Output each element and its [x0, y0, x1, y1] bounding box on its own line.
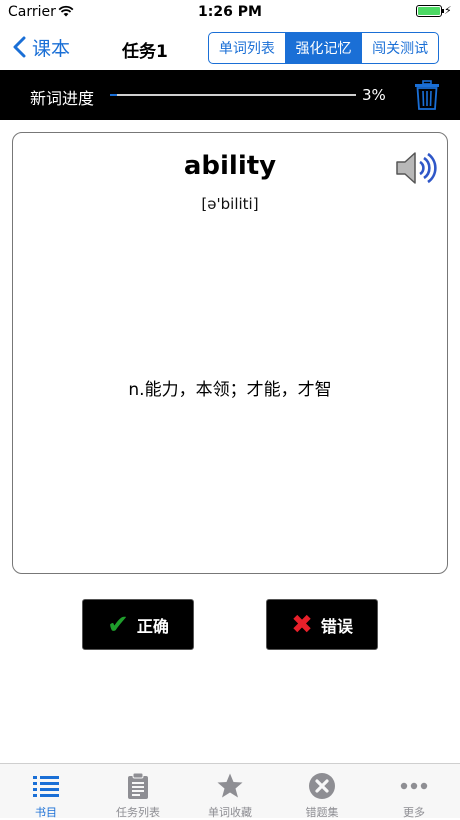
word-text: ability [183, 151, 277, 181]
back-button[interactable]: 课本 [12, 34, 70, 60]
phonetic-text: [ə'biliti] [201, 195, 259, 213]
tab-bar: 书目 任务列表 单词收藏 错题集 更多 [0, 763, 460, 819]
progress-percent: 3% [362, 86, 386, 104]
segment-word-list[interactable]: 单词列表 [209, 33, 286, 63]
segment-level-test[interactable]: 闯关测试 [362, 33, 438, 63]
wrong-button[interactable]: ✖ 错误 [266, 599, 378, 650]
progress-label: 新词进度 [30, 89, 95, 108]
tab-books[interactable]: 书目 [0, 764, 92, 819]
page-title: 任务1 [122, 42, 168, 62]
progress-fill [110, 94, 118, 96]
list-icon [33, 776, 59, 797]
tab-word-favorites[interactable]: 单词收藏 [184, 764, 276, 819]
tab-task-list[interactable]: 任务列表 [92, 764, 184, 819]
checkmark-icon: ✔ [107, 609, 129, 640]
mode-segmented-control: 单词列表 强化记忆 闯关测试 [208, 32, 439, 64]
tab-wrong-questions[interactable]: 错题集 [276, 764, 368, 819]
speaker-icon[interactable] [395, 150, 439, 186]
star-icon [217, 773, 243, 798]
progress-slider[interactable] [110, 94, 356, 96]
chevron-left-icon [13, 36, 26, 58]
more-dots-icon [400, 782, 428, 790]
x-circle-icon [309, 773, 335, 799]
correct-button-label: 正确 [136, 616, 169, 636]
clipboard-icon [128, 772, 148, 799]
wrong-button-label: 错误 [320, 616, 353, 636]
segment-intensive-memory[interactable]: 强化记忆 [285, 33, 363, 63]
word-card: ability [ə'biliti] n.能力，本领；才能，才智 [12, 132, 448, 574]
progress-band: 新词进度 3% [0, 70, 460, 120]
status-time: 1:26 PM [198, 4, 262, 20]
tab-more[interactable]: 更多 [368, 764, 460, 819]
meaning-text: n.能力，本领；才能，才智 [128, 380, 332, 400]
charging-icon: ⚡ [444, 4, 452, 17]
battery-icon [416, 5, 444, 17]
back-button-label: 课本 [32, 37, 71, 60]
trash-icon[interactable] [414, 80, 440, 110]
navigation-bar: 课本 任务1 单词列表 强化记忆 闯关测试 [0, 24, 460, 70]
status-bar: Carrier 1:26 PM ⚡ [0, 0, 460, 24]
correct-button[interactable]: ✔ 正确 [82, 599, 194, 650]
cross-icon: ✖ [291, 609, 313, 640]
